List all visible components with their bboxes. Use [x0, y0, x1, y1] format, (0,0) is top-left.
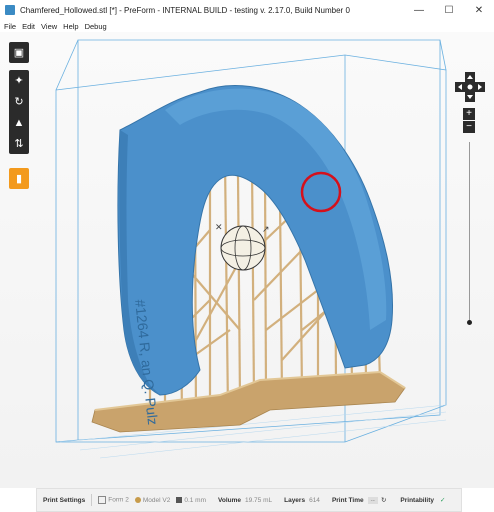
print-time-value: -- [367, 496, 378, 504]
layout-icon[interactable]: ⇅ [9, 133, 29, 154]
navigation-pad[interactable] [455, 72, 485, 102]
magic-wand-icon[interactable]: ✦ [9, 70, 29, 91]
edit-toolbar: ✦ ↻ ▲ ⇅ [9, 70, 29, 154]
raft-base [91, 370, 406, 433]
title-bar: Chamfered_Hollowed.stl [*] - PreForm - I… [0, 0, 494, 21]
material-value: Model V2 [134, 496, 170, 504]
menu-view[interactable]: View [38, 22, 60, 31]
printer-icon [98, 496, 107, 504]
volume-label: Volume [218, 496, 241, 504]
zoom-slider-track[interactable] [469, 142, 470, 322]
refresh-icon[interactable]: ↻ [381, 496, 386, 504]
menu-edit[interactable]: Edit [19, 22, 38, 31]
menu-bar: File Edit View Help Debug [0, 20, 494, 32]
maximize-icon[interactable]: ☐ [434, 0, 464, 20]
print-icon[interactable]: ▮ [9, 168, 29, 189]
layers-value: 614 [309, 496, 320, 504]
print-time-label: Print Time [331, 496, 364, 504]
close-icon[interactable]: ✕ [464, 0, 494, 20]
status-bar: Print Settings Form 2 Model V2 0.1 mm Vo… [36, 488, 462, 512]
printability-label: Printability [400, 496, 434, 504]
view-cube-icon[interactable]: ▣ [9, 42, 29, 63]
layers-label: Layers [284, 496, 306, 504]
scene-canvas[interactable]: #1264 R, an Q. Pulz ✕ ↗ [0, 32, 494, 488]
move-handle-icon[interactable]: ✕ [215, 223, 223, 233]
menu-debug[interactable]: Debug [82, 22, 110, 31]
resin-drop-icon [134, 496, 141, 503]
minimize-icon[interactable]: — [404, 0, 434, 20]
orient-icon[interactable]: ↻ [9, 91, 29, 112]
print-settings-label[interactable]: Print Settings [43, 497, 85, 504]
divider [91, 494, 93, 506]
printer-value: Form 2 [98, 496, 129, 504]
window-title: Chamfered_Hollowed.stl [*] - PreForm - I… [20, 5, 350, 15]
preform-app-icon [5, 5, 15, 15]
zoom-out-button[interactable]: − [463, 121, 475, 133]
view-toolbar: ▣ [9, 42, 29, 63]
print-toolbar: ▮ [9, 168, 29, 189]
printability-check-icon: ✓ [440, 497, 446, 504]
scale-handle-icon[interactable]: ↗ [262, 225, 270, 235]
layer-height-value: 0.1 mm [176, 497, 206, 504]
menu-file[interactable]: File [0, 22, 19, 31]
layers-icon [176, 496, 183, 503]
zoom-in-button[interactable]: + [463, 108, 475, 120]
3d-viewport[interactable]: #1264 R, an Q. Pulz ✕ ↗ ▣ ✦ ↻ ▲ ⇅ ▮ + − [0, 32, 494, 488]
zoom-slider-knob[interactable] [467, 320, 472, 325]
volume-value: 19.75 mL [245, 496, 273, 504]
rotation-gizmo[interactable]: ✕ ↗ [215, 223, 270, 271]
menu-help[interactable]: Help [60, 22, 81, 31]
supports-icon[interactable]: ▲ [9, 112, 29, 133]
